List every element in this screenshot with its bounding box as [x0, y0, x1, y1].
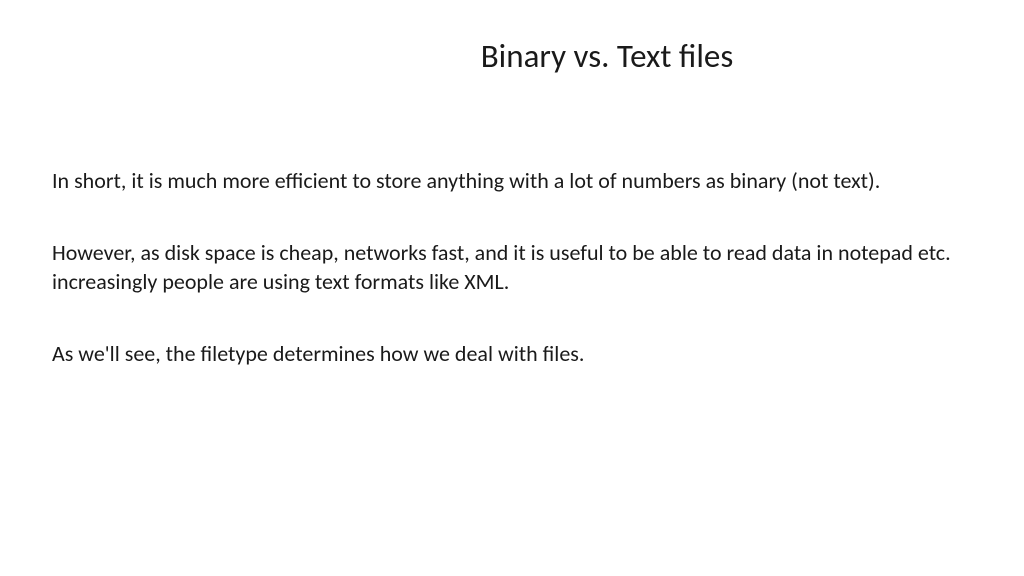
- slide-body: In short, it is much more efficient to s…: [50, 166, 974, 369]
- slide-title: Binary vs. Text files: [240, 36, 974, 76]
- paragraph-3: As we'll see, the filetype determines ho…: [52, 339, 974, 369]
- paragraph-2: However, as disk space is cheap, network…: [52, 238, 974, 297]
- paragraph-1: In short, it is much more efficient to s…: [52, 166, 974, 196]
